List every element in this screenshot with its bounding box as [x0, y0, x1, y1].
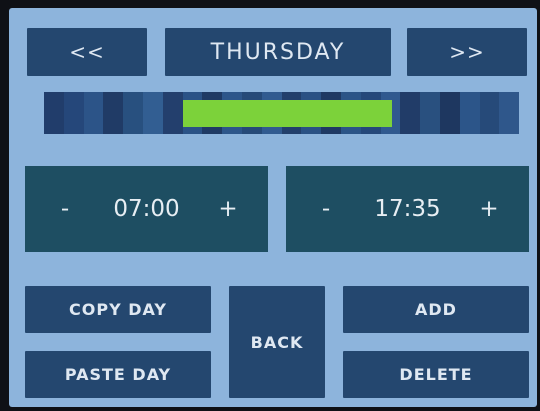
timeline-segment — [44, 92, 64, 134]
delete-button[interactable]: DELETE — [343, 351, 529, 398]
timeline-segment — [123, 92, 143, 134]
timeline-segment — [420, 92, 440, 134]
active-time-block — [183, 100, 392, 127]
start-time-decrease-button[interactable]: - — [45, 166, 85, 252]
day-title: THURSDAY — [165, 28, 391, 76]
end-time-panel: - 17:35 + — [286, 166, 529, 252]
copy-day-button[interactable]: COPY DAY — [25, 286, 211, 333]
day-timeline — [44, 92, 519, 134]
timeline-segment — [142, 92, 163, 134]
end-time-increase-button[interactable]: + — [469, 166, 509, 252]
timeline-segment — [400, 92, 421, 134]
timeline-segment — [499, 92, 519, 134]
thermostat-screen: << THURSDAY >> - 07:00 + - 17:35 + COPY … — [9, 8, 537, 407]
timeline-segment — [103, 92, 124, 134]
add-button[interactable]: ADD — [343, 286, 529, 333]
timeline-segment — [83, 92, 104, 134]
start-time-panel: - 07:00 + — [25, 166, 268, 252]
end-time-decrease-button[interactable]: - — [306, 166, 346, 252]
timeline-segment — [63, 92, 84, 134]
timeline-segment — [162, 92, 183, 134]
timeline-segment — [479, 92, 500, 134]
next-day-button[interactable]: >> — [407, 28, 527, 76]
paste-day-button[interactable]: PASTE DAY — [25, 351, 211, 398]
back-button[interactable]: BACK — [229, 286, 325, 398]
start-time-value: 07:00 — [113, 196, 180, 222]
timeline-segment — [439, 92, 460, 134]
timeline-segment — [459, 92, 480, 134]
end-time-value: 17:35 — [374, 196, 441, 222]
start-time-increase-button[interactable]: + — [208, 166, 248, 252]
previous-day-button[interactable]: << — [27, 28, 147, 76]
